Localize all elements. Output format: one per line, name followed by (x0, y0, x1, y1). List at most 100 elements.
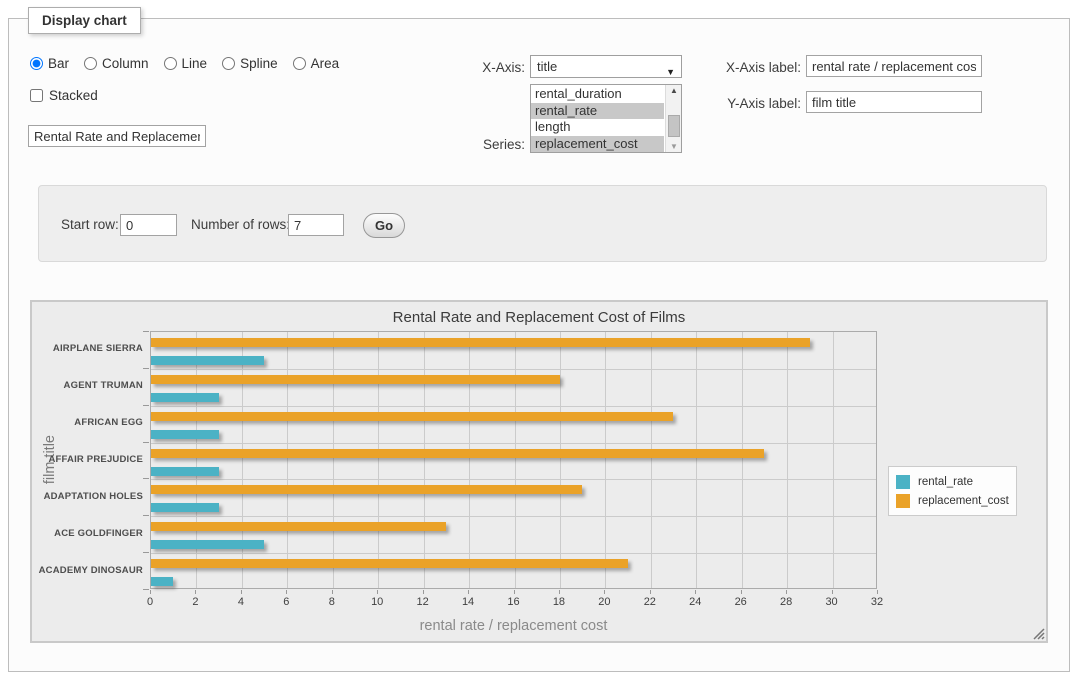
chart-type-radio-area[interactable]: Area (293, 56, 340, 71)
x-axis-tick (468, 590, 469, 594)
legend-item: replacement_cost (896, 491, 1009, 510)
legend-label: replacement_cost (918, 495, 1009, 507)
resize-grip-icon[interactable] (1032, 627, 1045, 640)
x-axis-tick-label: 26 (726, 596, 756, 608)
panel-title-tab: Display chart (28, 7, 141, 34)
legend-item: rental_rate (896, 472, 1009, 491)
y-axis-tick (143, 442, 149, 443)
chart-type-radio-bar[interactable]: Bar (30, 56, 69, 71)
x-axis-tick-label: 0 (135, 596, 165, 608)
radio-icon[interactable] (293, 57, 306, 70)
x-axis-select-label: X-Axis: (425, 60, 525, 75)
number-of-rows-input[interactable] (288, 214, 344, 236)
start-row-input[interactable] (120, 214, 177, 236)
gridline-horizontal (151, 443, 876, 444)
x-axis-tick-label: 22 (635, 596, 665, 608)
gridline-vertical (560, 332, 561, 588)
chart-type-radio-column[interactable]: Column (84, 56, 149, 71)
gridline-vertical (696, 332, 697, 588)
radio-icon[interactable] (84, 57, 97, 70)
bar-rental_rate (151, 540, 264, 549)
bar-replacement_cost (151, 449, 764, 458)
gridline-vertical (333, 332, 334, 588)
category-label: ACE GOLDFINGER (33, 528, 143, 539)
y-axis-tick (143, 552, 149, 553)
gridline-vertical (833, 332, 834, 588)
x-axis-tick (241, 590, 242, 594)
x-axis-selected-value: title (537, 59, 557, 74)
gridline-horizontal (151, 479, 876, 480)
chart-legend: rental_rate replacement_cost (888, 466, 1017, 516)
bar-replacement_cost (151, 412, 673, 421)
y-axis-tick (143, 405, 149, 406)
gridline-vertical (605, 332, 606, 588)
y-axis-tick (143, 478, 149, 479)
y-axis-tick (143, 368, 149, 369)
series-option-length[interactable]: length (531, 119, 664, 136)
gridline-horizontal (151, 553, 876, 554)
gridline-vertical (469, 332, 470, 588)
x-axis-tick-label: 32 (862, 596, 892, 608)
x-axis-label-field-label: X-Axis label: (686, 60, 801, 75)
gridline-vertical (196, 332, 197, 588)
bar-replacement_cost (151, 338, 810, 347)
go-button[interactable]: Go (363, 213, 405, 238)
radio-icon[interactable] (164, 57, 177, 70)
series-option-replacement_cost[interactable]: replacement_cost (531, 136, 664, 153)
category-label: AFFAIR PREJUDICE (33, 454, 143, 465)
bar-replacement_cost (151, 522, 446, 531)
x-axis-select[interactable]: title ▼ (530, 55, 682, 78)
x-axis-label-input[interactable] (806, 55, 982, 77)
scrollbar-thumb[interactable] (668, 115, 680, 137)
x-axis-tick (195, 590, 196, 594)
x-axis-tick (877, 590, 878, 594)
gridline-horizontal (151, 406, 876, 407)
chart-title: Rental Rate and Replacement Cost of Film… (32, 309, 1046, 326)
bar-rental_rate (151, 577, 173, 586)
gridline-vertical (287, 332, 288, 588)
scroll-up-icon[interactable]: ▲ (666, 86, 682, 95)
chart-title-input[interactable] (28, 125, 206, 147)
x-axis-tick (604, 590, 605, 594)
scroll-down-icon[interactable]: ▼ (666, 142, 682, 151)
chart-type-radio-spline[interactable]: Spline (222, 56, 278, 71)
start-row-label: Start row: (61, 217, 119, 232)
listbox-scrollbar[interactable]: ▲ ▼ (665, 85, 681, 152)
x-axis-tick-label: 6 (271, 596, 301, 608)
stacked-checkbox[interactable] (30, 89, 43, 102)
gridline-vertical (787, 332, 788, 588)
radio-icon[interactable] (222, 57, 235, 70)
x-axis-tick (332, 590, 333, 594)
x-axis-tick-label: 4 (226, 596, 256, 608)
category-label: ACADEMY DINOSAUR (33, 565, 143, 576)
series-option-rental_duration[interactable]: rental_duration (531, 86, 664, 103)
series-select-label: Series: (425, 137, 525, 152)
bar-replacement_cost (151, 375, 560, 384)
chart-type-radio-line[interactable]: Line (164, 56, 208, 71)
y-axis-label-input[interactable] (806, 91, 982, 113)
x-axis-tick (150, 590, 151, 594)
x-axis-tick (786, 590, 787, 594)
series-listbox[interactable]: rental_durationrental_ratelengthreplacem… (530, 84, 682, 153)
bar-replacement_cost (151, 559, 628, 568)
bar-rental_rate (151, 467, 219, 476)
gridline-vertical (651, 332, 652, 588)
x-axis-tick-label: 14 (453, 596, 483, 608)
gridline-vertical (515, 332, 516, 588)
radio-icon[interactable] (30, 57, 43, 70)
category-label: ADAPTATION HOLES (33, 491, 143, 502)
x-axis-tick (377, 590, 378, 594)
x-axis-tick-label: 24 (680, 596, 710, 608)
gridline-vertical (242, 332, 243, 588)
series-option-rental_rate[interactable]: rental_rate (531, 103, 664, 120)
x-axis-tick (741, 590, 742, 594)
bar-rental_rate (151, 503, 219, 512)
category-label: AGENT TRUMAN (33, 380, 143, 391)
x-axis-tick (286, 590, 287, 594)
x-axis-tick-label: 20 (589, 596, 619, 608)
x-axis-tick (832, 590, 833, 594)
x-axis-tick-label: 30 (817, 596, 847, 608)
stacked-checkbox-row[interactable]: Stacked (30, 88, 98, 103)
x-axis-tick (650, 590, 651, 594)
x-axis-tick-label: 12 (408, 596, 438, 608)
